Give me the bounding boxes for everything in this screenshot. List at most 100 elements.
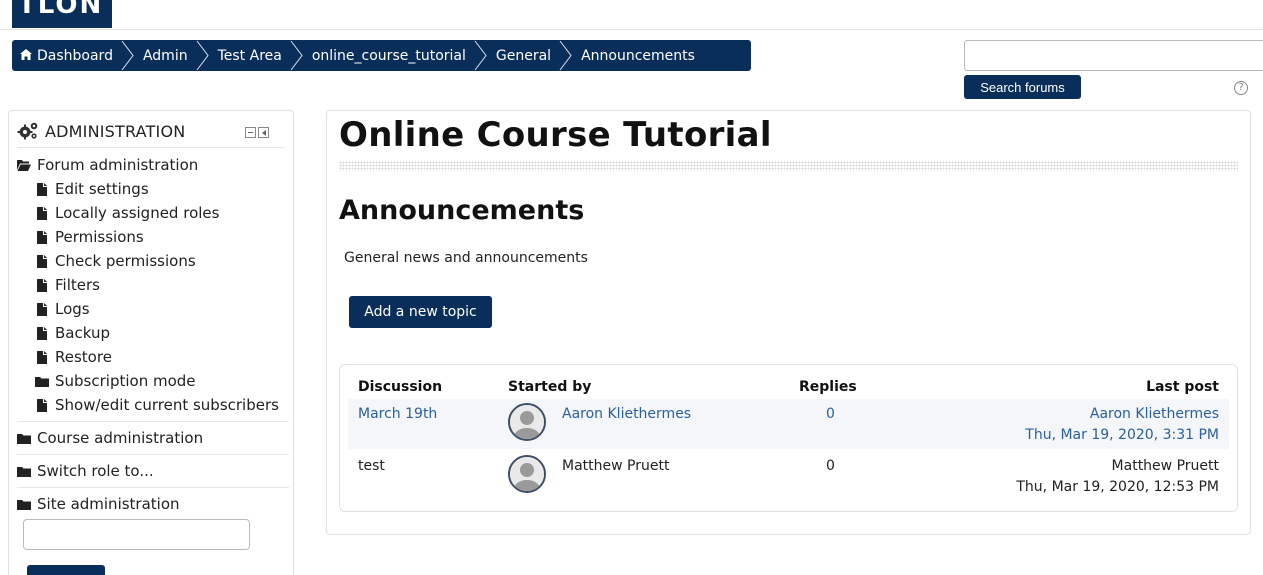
tree-edit-settings[interactable]: Edit settings	[17, 177, 289, 201]
tree-check-permissions[interactable]: Check permissions	[17, 249, 289, 273]
breadcrumb-item-course[interactable]: online_course_tutorial	[304, 40, 474, 71]
breadcrumb-item-dashboard[interactable]: Dashboard	[12, 40, 121, 71]
forum-intro: General news and announcements	[344, 250, 588, 266]
last-post-date[interactable]: Thu, Mar 19, 2020, 3:31 PM	[1025, 425, 1219, 446]
tree-label: Site administration	[37, 495, 180, 513]
replies-count[interactable]: 0	[826, 458, 835, 474]
breadcrumb-item-announcements[interactable]: Announcements	[573, 40, 703, 71]
header-divider	[0, 29, 1263, 30]
tree-label: Restore	[55, 348, 112, 366]
file-icon	[37, 278, 47, 292]
breadcrumb-label: Test Area	[217, 47, 282, 64]
tree-show-edit-subscribers[interactable]: Show/edit current subscribers	[17, 393, 289, 417]
title-divider	[339, 161, 1238, 171]
tree-forum-administration[interactable]: Forum administration	[17, 153, 289, 177]
discussion-table: Discussion Started by Replies Last post …	[339, 364, 1238, 512]
discussion-link[interactable]: March 19th	[358, 406, 437, 422]
folder-icon	[35, 376, 49, 387]
replies-count[interactable]: 0	[826, 406, 835, 422]
breadcrumb-item-general[interactable]: General	[488, 40, 559, 71]
admin-tree: Forum administration Edit settings Local…	[17, 153, 289, 516]
admin-block-title: ADMINISTRATION	[45, 121, 186, 141]
help-icon[interactable]: ?	[1234, 81, 1248, 95]
breadcrumb-separator	[121, 40, 135, 71]
tree-label: Show/edit current subscribers	[55, 396, 279, 414]
tree-backup[interactable]: Backup	[17, 321, 289, 345]
cogs-icon	[17, 122, 38, 140]
started-by-link[interactable]: Matthew Pruett	[562, 458, 669, 474]
breadcrumb: Dashboard Admin Test Area online_course_…	[12, 40, 751, 71]
search-forums-input[interactable]	[964, 40, 1263, 71]
file-icon	[37, 182, 47, 196]
file-icon	[37, 398, 47, 412]
tree-label: Switch role to...	[37, 462, 154, 480]
tree-label: Subscription mode	[55, 372, 196, 390]
started-by-link[interactable]: Aaron Kliethermes	[562, 406, 691, 422]
avatar[interactable]	[508, 403, 546, 441]
page-title: Online Course Tutorial	[339, 115, 772, 155]
admin-block-header: ADMINISTRATION	[17, 121, 185, 141]
tree-site-administration[interactable]: Site administration	[17, 492, 289, 516]
tree-label: Logs	[55, 300, 90, 318]
tree-subscription-mode[interactable]: Subscription mode	[17, 369, 289, 393]
search-forums-button[interactable]: Search forums	[964, 75, 1081, 99]
tree-filters[interactable]: Filters	[17, 273, 289, 297]
avatar[interactable]	[508, 455, 546, 493]
column-header-replies[interactable]: Replies	[799, 379, 857, 395]
tree-label: Filters	[55, 276, 100, 294]
column-header-last-post[interactable]: Last post	[1146, 379, 1219, 395]
last-post-author[interactable]: Matthew Pruett	[1016, 456, 1219, 477]
breadcrumb-label: online_course_tutorial	[311, 47, 466, 64]
site-logo[interactable]: TLON	[12, 0, 112, 28]
folder-icon	[17, 499, 31, 510]
tree-switch-role[interactable]: Switch role to...	[17, 459, 289, 483]
tree-permissions[interactable]: Permissions	[17, 225, 289, 249]
tree-label: Locally assigned roles	[55, 204, 220, 222]
discussion-link[interactable]: test	[358, 458, 385, 474]
add-new-topic-button[interactable]: Add a new topic	[349, 296, 492, 328]
tree-label: Check permissions	[55, 252, 196, 270]
last-post-author[interactable]: Aaron Kliethermes	[1025, 404, 1219, 425]
tree-label: Edit settings	[55, 180, 149, 198]
tree-logs[interactable]: Logs	[17, 297, 289, 321]
dock-block-icon[interactable]	[258, 127, 269, 138]
last-post: Matthew Pruett Thu, Mar 19, 2020, 12:53 …	[1016, 456, 1219, 498]
breadcrumb-separator	[474, 40, 488, 71]
column-header-discussion[interactable]: Discussion	[358, 379, 442, 395]
main-content: Online Course Tutorial Announcements Gen…	[326, 110, 1251, 535]
folder-icon	[17, 433, 31, 444]
tree-locally-assigned-roles[interactable]: Locally assigned roles	[17, 201, 289, 225]
last-post-date[interactable]: Thu, Mar 19, 2020, 12:53 PM	[1016, 477, 1219, 498]
tree-divider	[17, 421, 289, 422]
breadcrumb-separator	[290, 40, 304, 71]
table-row: test Matthew Pruett 0 Matthew Pruett Thu…	[348, 451, 1229, 501]
forum-title: Announcements	[339, 195, 585, 226]
admin-search-button[interactable]: Search	[27, 565, 105, 575]
administration-block: ADMINISTRATION Forum administration Edit…	[8, 110, 294, 575]
admin-block-divider	[17, 147, 285, 148]
breadcrumb-label: Announcements	[581, 47, 695, 64]
tree-restore[interactable]: Restore	[17, 345, 289, 369]
tree-course-administration[interactable]: Course administration	[17, 426, 289, 450]
home-icon	[20, 48, 32, 63]
admin-search-input[interactable]	[23, 519, 250, 550]
breadcrumb-label: Dashboard	[37, 47, 113, 64]
breadcrumb-separator	[196, 40, 210, 71]
tree-label: Backup	[55, 324, 110, 342]
file-icon	[37, 350, 47, 364]
breadcrumb-label: Admin	[142, 47, 188, 64]
column-header-started-by[interactable]: Started by	[508, 379, 591, 395]
breadcrumb-item-test-area[interactable]: Test Area	[210, 40, 290, 71]
tree-divider	[17, 454, 289, 455]
breadcrumb-item-admin[interactable]: Admin	[135, 40, 196, 71]
tree-label: Course administration	[37, 429, 204, 447]
tree-label: Forum administration	[37, 156, 199, 174]
file-icon	[37, 254, 47, 268]
breadcrumb-label: General	[495, 47, 552, 64]
collapse-block-icon[interactable]	[245, 127, 256, 138]
tree-divider	[17, 487, 289, 488]
last-post: Aaron Kliethermes Thu, Mar 19, 2020, 3:3…	[1025, 404, 1219, 446]
block-controls	[245, 127, 269, 138]
file-icon	[37, 326, 47, 340]
folder-icon	[17, 466, 31, 477]
